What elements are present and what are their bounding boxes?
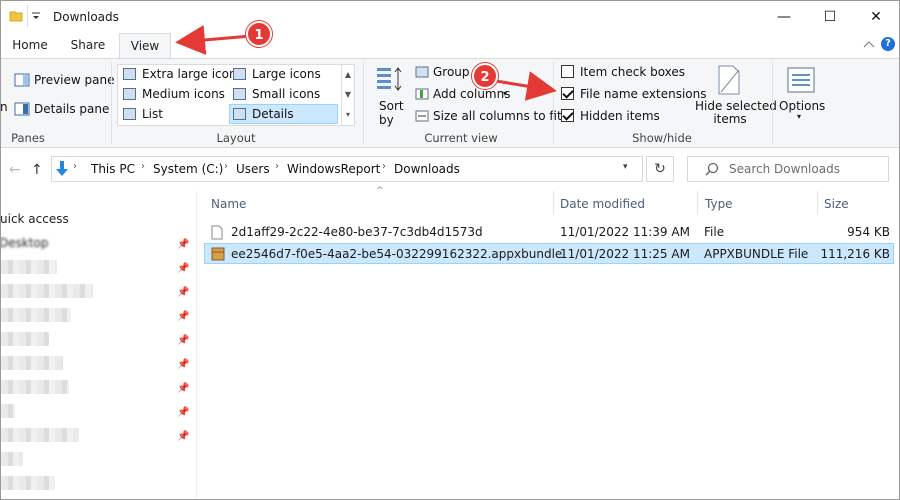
annotation-arrows: [175, 25, 557, 101]
explorer-window: Downloads — ☐ ✕ Home Share View ? n Prev…: [0, 0, 900, 500]
annotation-badge-2: 2: [472, 63, 498, 89]
annotation-badge-1: 1: [246, 21, 272, 47]
